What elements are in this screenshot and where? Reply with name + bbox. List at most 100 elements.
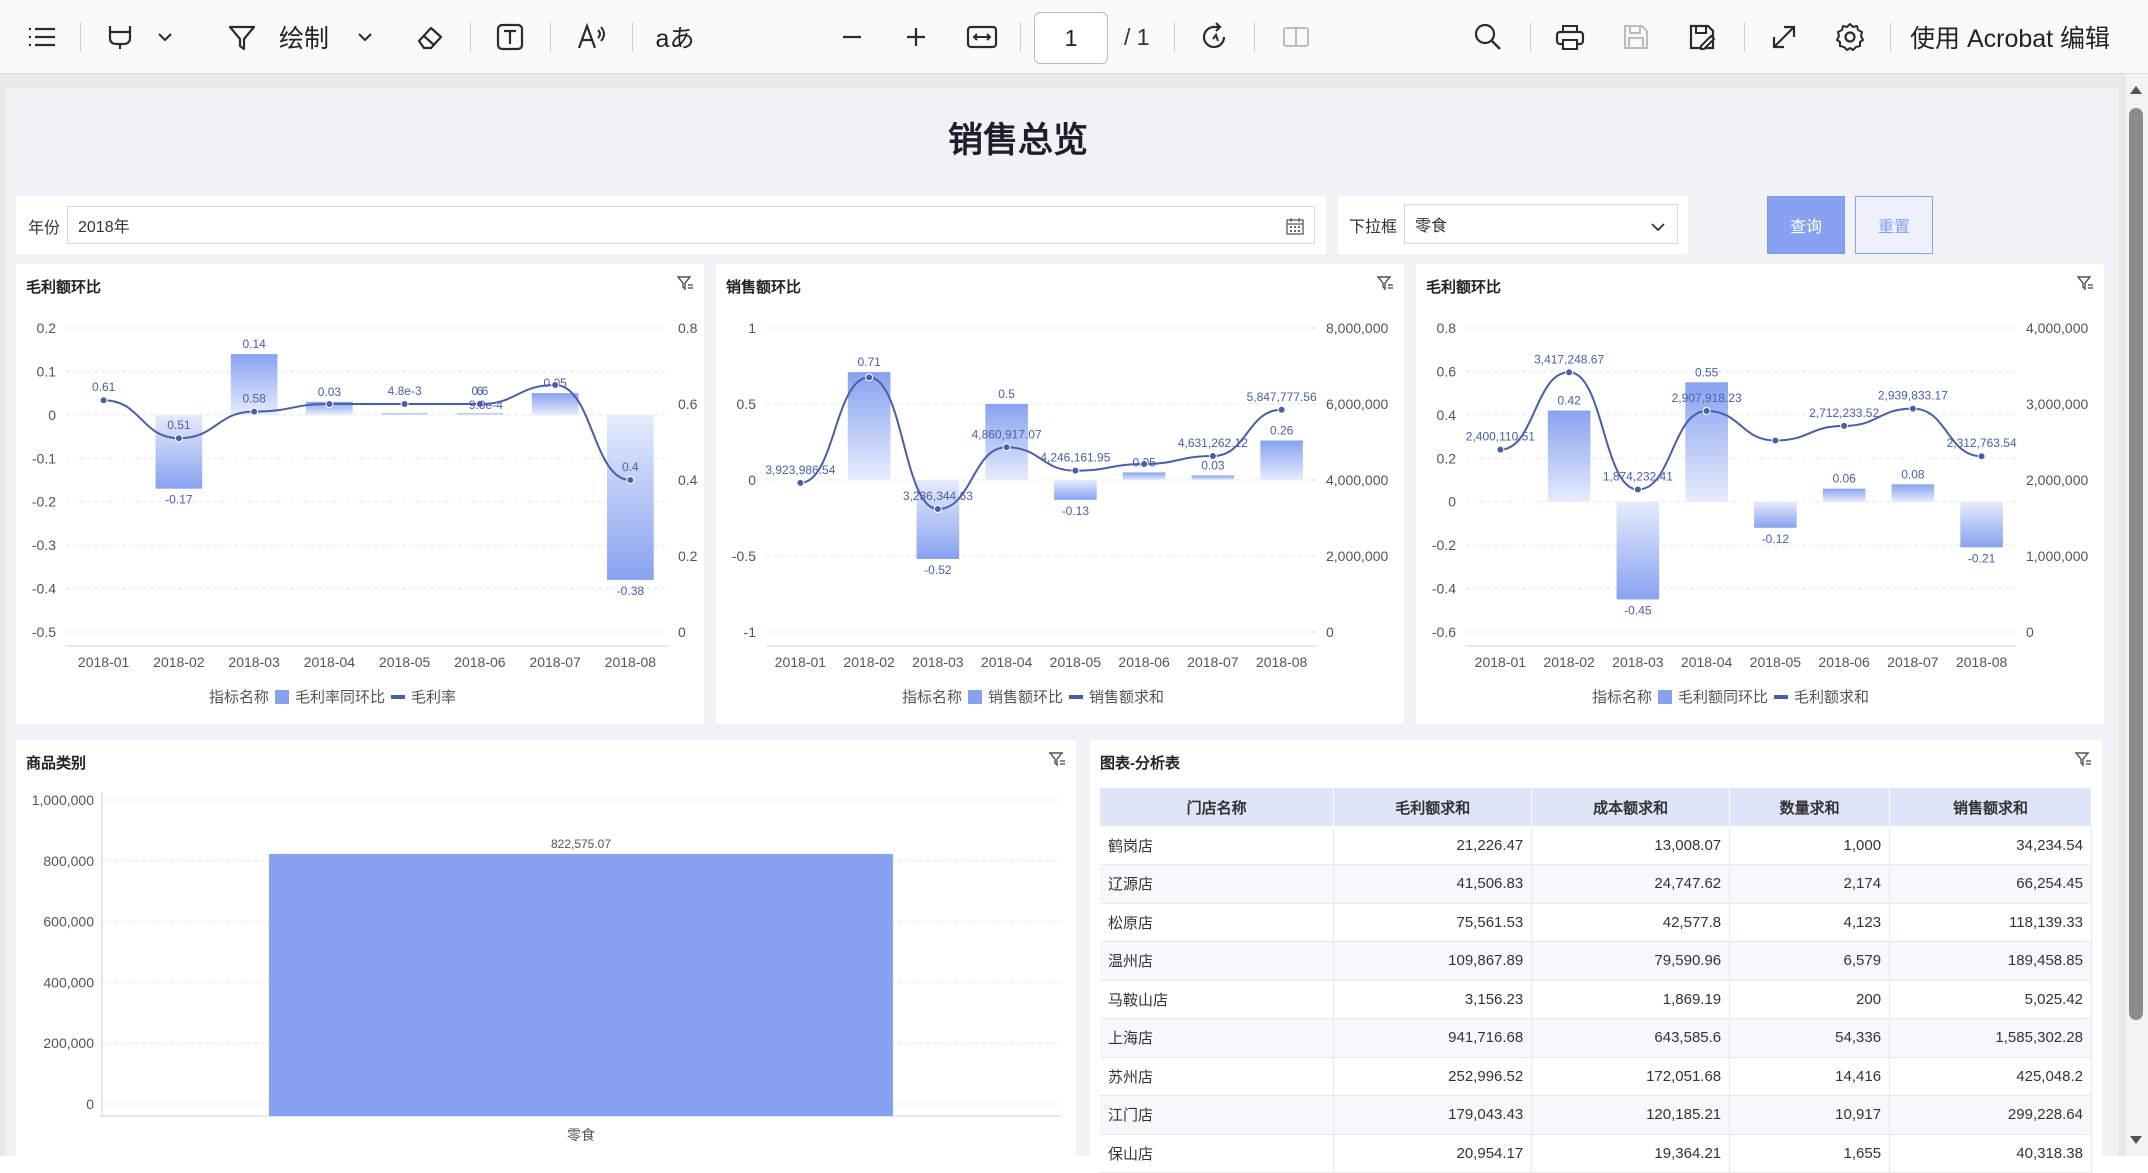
line-point (933, 505, 942, 514)
query-button[interactable]: 查询 (1767, 196, 1845, 254)
save-as-icon[interactable] (1682, 0, 1722, 74)
table-row[interactable]: 江门店 179,043.43 120,185.21 10,917 299,228.64 (1100, 1095, 2092, 1135)
table-row[interactable]: 上海店 941,716.68 643,585.6 54,336 1,585,302.28 (1100, 1018, 2092, 1058)
page-split-icon[interactable] (1276, 0, 1316, 74)
y-tick-left: -0.4 (1432, 581, 1456, 597)
line-data-label: 3,236,344.63 (903, 489, 973, 503)
value-cell: 6,579 (1729, 941, 1891, 981)
value-cell: 10,917 (1729, 1095, 1891, 1135)
y-tick-left: 0.2 (37, 320, 57, 336)
draw-icon[interactable] (222, 0, 262, 74)
draw-chevron-down-icon[interactable] (350, 0, 380, 74)
store-name-cell: 鹤岗店 (1100, 826, 1335, 865)
line-data-label: 0.58 (242, 392, 266, 406)
y-tick-left: 0 (48, 407, 56, 423)
calendar-icon[interactable] (1286, 217, 1304, 240)
y-tick-right: 0.6 (678, 396, 698, 412)
bar (607, 414, 654, 580)
x-tick: 2018-07 (1187, 654, 1239, 670)
page-number-input[interactable]: 1 (1034, 12, 1108, 64)
fit-width-icon[interactable] (962, 0, 1002, 74)
x-tick: 2018-02 (1543, 654, 1595, 670)
gross-profit-mom-chart: 0.2 0.1 0 -0.1 -0.2 -0.3 -0.4 -0.5 0.8 0.6 0.4 0.2 0… (32, 320, 698, 670)
line-point (250, 407, 259, 416)
year-value: 2018年 (78, 219, 130, 236)
read-aloud-icon[interactable] (572, 0, 612, 74)
product-category-chart-card: 商品类别 1,000,000 800,000 600,000 400,000 200,0… (16, 740, 1076, 1160)
x-tick: 2018-01 (1475, 654, 1527, 670)
text-box-icon[interactable] (490, 0, 530, 74)
chevron-down-icon[interactable] (150, 0, 180, 74)
value-cell: 20,954.17 (1333, 1134, 1533, 1173)
value-cell: 34,234.54 (1889, 826, 2092, 865)
y-tick-left: 0.5 (737, 396, 757, 412)
chart-legend: 指标名称 毛利额同环比 毛利额求和 (1592, 686, 1869, 707)
value-cell: 66,254.45 (1889, 864, 2092, 904)
table-row[interactable]: 苏州店 252,996.52 172,051.68 14,416 425,048.2 (1100, 1057, 2092, 1096)
reset-button[interactable]: 重置 (1855, 196, 1933, 254)
line-data-label: 3,923,986.54 (765, 463, 835, 477)
menu-icon[interactable] (22, 0, 62, 74)
search-icon[interactable] (1468, 0, 1508, 74)
y-tick: 800,000 (43, 853, 94, 869)
product-category-chart: 1,000,000 800,000 600,000 400,000 200,000 0 82… (32, 792, 1062, 1143)
legend-line-label: 销售额求和 (1089, 689, 1165, 706)
column-header[interactable]: 门店名称 (1100, 788, 1335, 826)
line-point (1977, 452, 1986, 461)
value-cell: 75,561.53 (1333, 903, 1533, 942)
edit-with-acrobat-button[interactable]: 使用 Acrobat 编辑 (1910, 0, 2138, 74)
line-data-label: 4,860,917.07 (972, 427, 1042, 441)
value-cell: 42,577.8 (1531, 903, 1731, 942)
scroll-up-icon[interactable] (2128, 82, 2144, 98)
table-row[interactable]: 马鞍山店 3,156.23 1,869.19 200 5,025.42 (1100, 980, 2092, 1019)
table-row[interactable]: 保山店 20,954.17 19,364.21 1,655 40,318.38 (1100, 1134, 2092, 1173)
y-tick-left: -0.1 (32, 450, 56, 466)
translate-icon[interactable]: aあ (650, 0, 700, 74)
rotate-icon[interactable] (1194, 0, 1234, 74)
bar-data-label: 0.71 (857, 355, 881, 369)
y-tick: 0 (86, 1096, 94, 1112)
eraser-icon[interactable] (410, 0, 450, 74)
legend-title: 指标名称 (209, 689, 270, 706)
value-cell: 643,585.6 (1531, 1018, 1731, 1058)
bar (1960, 501, 2003, 548)
print-icon[interactable] (1550, 0, 1590, 74)
column-header[interactable]: 销售额求和 (1889, 788, 2092, 826)
scrollbar-thumb[interactable] (2129, 108, 2143, 1020)
y-tick-right: 2,000,000 (2026, 472, 2088, 488)
column-header[interactable]: 毛利额求和 (1333, 788, 1533, 826)
line-point (1908, 404, 1917, 413)
draw-label[interactable]: 绘制 (274, 0, 334, 74)
zoom-in-icon[interactable] (898, 0, 934, 74)
x-tick: 2018-08 (605, 654, 657, 670)
save-icon[interactable] (1616, 0, 1656, 74)
fullscreen-icon[interactable] (1764, 0, 1804, 74)
x-tick: 2018-03 (912, 654, 964, 670)
line-point (1277, 405, 1286, 414)
y-tick-left: -0.5 (32, 624, 56, 640)
value-cell: 5,025.42 (1889, 980, 2092, 1019)
line-point (796, 478, 805, 487)
highlight-pen-icon[interactable] (100, 0, 140, 74)
zoom-out-icon[interactable] (834, 0, 870, 74)
table-row[interactable]: 辽源店 41,506.83 24,747.62 2,174 66,254.45 (1100, 864, 2092, 904)
table-row[interactable]: 温州店 109,867.89 79,590.96 6,579 189,458.85 (1100, 941, 2092, 981)
line-data-label: 2,939,833.17 (1878, 389, 1948, 403)
table-filter-icon[interactable] (2074, 750, 2092, 768)
bar (1616, 501, 1660, 600)
table-row[interactable]: 松原店 75,561.53 42,577.8 4,123 118,139.33 (1100, 903, 2092, 942)
column-header[interactable]: 数量求和 (1729, 788, 1891, 826)
y-tick-left: 0.2 (1437, 450, 1457, 466)
y-tick-right: 4,000,000 (1326, 472, 1388, 488)
x-tick: 2018-07 (1887, 654, 1939, 670)
settings-icon[interactable] (1830, 0, 1870, 74)
year-date-input[interactable]: 2018年 (67, 206, 1315, 244)
bar (1122, 472, 1166, 480)
category-dropdown[interactable]: 零食 (1404, 204, 1678, 244)
line-data-label: 2,712,233.52 (1809, 406, 1879, 420)
value-cell: 118,139.33 (1889, 903, 2092, 942)
scroll-down-icon[interactable] (2128, 1132, 2144, 1148)
column-header[interactable]: 成本额求和 (1531, 788, 1731, 826)
line-point (1633, 485, 1642, 494)
table-row[interactable]: 鹤岗店 21,226.47 13,008.07 1,000 34,234.54 (1100, 826, 2092, 865)
